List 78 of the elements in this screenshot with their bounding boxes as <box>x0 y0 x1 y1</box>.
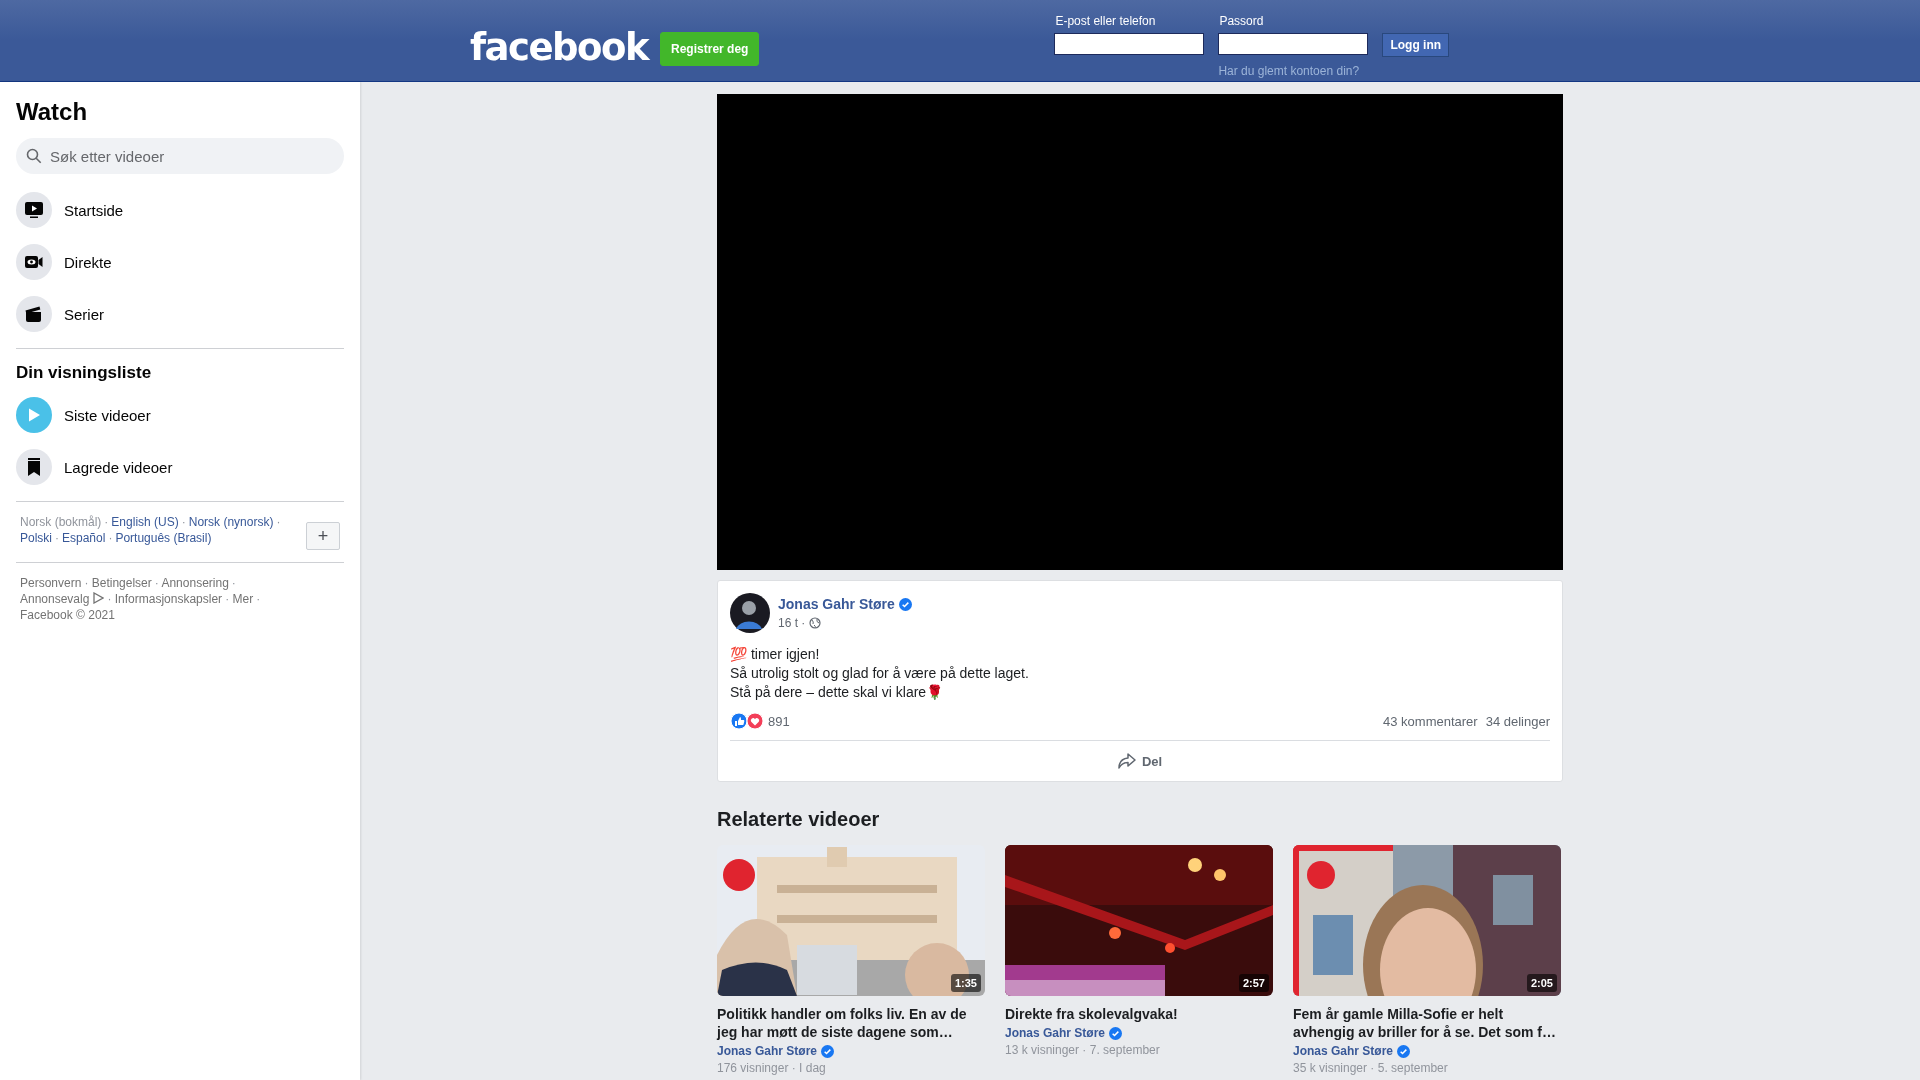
share-icon <box>1117 753 1136 769</box>
login-button[interactable]: Logg inn <box>1382 33 1450 57</box>
nav-icon-circle[interactable] <box>16 244 52 280</box>
video-meta: 35 k visninger · 5. september <box>1293 1061 1449 1075</box>
password-label: Passord <box>1218 14 1265 28</box>
nav-item[interactable]: Startside <box>64 201 124 219</box>
post-text: Så utrolig stolt og glad for å være på dette laget. <box>730 664 1030 683</box>
separator: · <box>276 515 281 529</box>
separator: · <box>84 576 89 590</box>
tv-play-icon <box>24 200 44 220</box>
language-link[interactable]: English (US) <box>111 515 179 529</box>
sidebar-title: Watch <box>16 98 89 126</box>
separator: · <box>154 576 159 590</box>
share-button[interactable]: Del <box>730 741 1550 781</box>
video-duration: 1:35 <box>950 974 981 992</box>
search-icon <box>26 148 42 164</box>
search-input[interactable]: Søk etter videoer <box>48 146 334 166</box>
post-text: Stå på dere – dette skal vi klare🌹 <box>730 683 945 702</box>
reaction-count[interactable]: 891 <box>768 713 790 729</box>
video-thumbnail[interactable]: 1:35 <box>717 845 985 996</box>
separator: · <box>107 592 112 606</box>
video-title[interactable]: Direkte fra skolevalgvaka! <box>1005 1005 1273 1023</box>
footer-link[interactable]: Mer <box>232 592 254 606</box>
separator: · <box>181 515 186 529</box>
video-title[interactable]: Fem år gamle Milla-Sofie er helt avhengig av briller for å se. Det som f… <box>1293 1005 1561 1041</box>
video-meta: 13 k visninger · 7. september <box>1005 1043 1161 1057</box>
footer-link[interactable]: Personvern <box>20 576 82 590</box>
footer-link[interactable]: Informasjonskapsler <box>114 592 223 606</box>
adchoices-icon <box>92 592 105 604</box>
section-title: Relaterte videoer <box>717 808 881 831</box>
comment-count[interactable]: 43 kommentarer <box>1383 713 1478 729</box>
language-link[interactable]: Português (Brasil) <box>115 531 212 545</box>
reactions-icon <box>730 712 764 730</box>
nav-item[interactable]: Lagrede videoer <box>64 458 173 476</box>
footer-link[interactable]: Annonsering <box>161 576 229 590</box>
clapperboard-icon <box>24 304 44 324</box>
video-duration: 2:57 <box>1238 974 1269 992</box>
author-link[interactable]: Jonas Gahr Støre <box>778 596 912 612</box>
globe-icon <box>809 617 822 629</box>
video-duration: 2:05 <box>1526 974 1557 992</box>
separator: · <box>231 576 236 590</box>
nav-icon-circle[interactable] <box>16 192 52 228</box>
copyright: Facebook © 2021 <box>20 608 115 622</box>
section-title: Din visningsliste <box>16 363 153 383</box>
video-thumbnail[interactable]: 2:57 <box>1005 845 1273 996</box>
separator: · <box>108 531 113 545</box>
email-label: E-post eller telefon <box>1054 14 1157 28</box>
language-link[interactable]: Español <box>62 531 106 545</box>
add-language-button[interactable]: + <box>306 522 340 550</box>
share-count[interactable]: 34 delinger <box>1485 713 1550 729</box>
avatar <box>730 593 770 633</box>
language-link[interactable]: Norsk (nynorsk) <box>188 515 274 529</box>
author-link[interactable]: Jonas Gahr Støre <box>1293 1044 1561 1058</box>
email-field[interactable] <box>1054 33 1205 55</box>
post-text: 💯 timer igjen! <box>730 645 821 664</box>
video-title[interactable]: Politikk handler om folks liv. En av de jeg har møtt de siste dagene som… <box>717 1005 985 1041</box>
logo[interactable]: facebook <box>470 26 649 69</box>
nav-icon-circle[interactable] <box>16 449 52 485</box>
author-link[interactable]: Jonas Gahr Støre <box>717 1044 985 1058</box>
play-icon <box>26 407 42 423</box>
author-link[interactable]: Jonas Gahr Støre <box>1005 1026 1273 1040</box>
post-time[interactable]: 16 t · <box>778 616 806 630</box>
separator: · <box>225 592 230 606</box>
video-thumbnail[interactable]: 2:05 <box>1293 845 1561 996</box>
search-field[interactable]: Søk etter videoer <box>16 138 344 174</box>
nav-item[interactable]: Siste videoer <box>64 406 151 424</box>
separator: · <box>256 592 261 606</box>
nav-icon-circle[interactable] <box>16 296 52 332</box>
footer-link[interactable]: Betingelser <box>91 576 152 590</box>
separator: · <box>104 515 109 529</box>
nav-item[interactable]: Serier <box>64 305 104 323</box>
language-link[interactable]: Polski <box>20 531 52 545</box>
video-meta: 176 visninger · I dag <box>717 1061 827 1075</box>
nav-item[interactable]: Direkte <box>64 253 112 271</box>
bookmark-icon <box>26 458 42 476</box>
password-field[interactable] <box>1218 33 1369 55</box>
separator: · <box>55 531 59 545</box>
footer-link[interactable]: Annonsevalg <box>20 592 90 606</box>
